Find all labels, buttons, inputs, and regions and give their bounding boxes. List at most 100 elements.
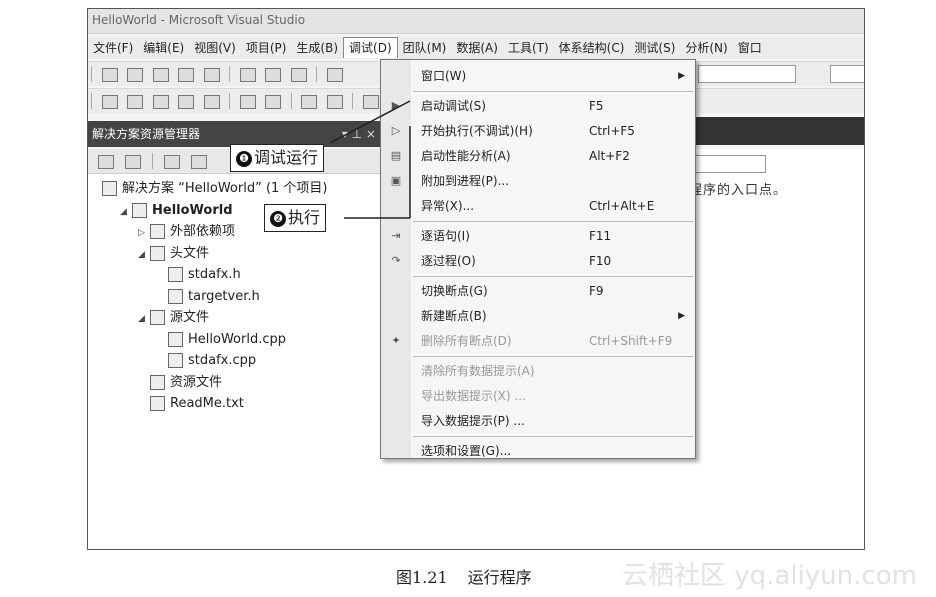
tree-item[interactable]: HelloWorld.cpp <box>156 331 286 349</box>
debug-menu-item[interactable]: 窗口(W) ▶ <box>381 64 695 88</box>
debug-menu-item[interactable]: 异常(X)... Ctrl+Alt+E <box>381 194 695 218</box>
expand-arrow-icon[interactable]: ◢ <box>138 246 150 264</box>
toggle-bookmark-icon[interactable] <box>362 95 379 109</box>
debug-menu-item[interactable]: ✦ 删除所有断点(D) Ctrl+Shift+F9 <box>381 329 695 353</box>
editor-code-text: 程序的入口点。 <box>689 183 788 198</box>
tree-item[interactable]: ◢ 源文件 <box>138 309 209 328</box>
tree-item[interactable]: 资源文件 <box>138 374 222 392</box>
menu-item[interactable]: 分析(N) <box>680 37 732 59</box>
save-icon[interactable] <box>178 68 194 82</box>
figure-caption: 图1.21 运行程序 <box>396 564 552 588</box>
menu-item-label: 新建断点(B) <box>421 309 487 323</box>
menu-separator <box>413 436 693 437</box>
menu-item-label: 启动性能分析(A) <box>421 149 511 163</box>
menu-item-label: 附加到进程(P)... <box>421 174 510 188</box>
member-combo[interactable] <box>684 155 766 173</box>
external-deps-icon <box>150 224 165 239</box>
debug-menu-item[interactable]: 切换断点(G) F9 <box>381 279 695 303</box>
complete-word-icon[interactable] <box>178 95 194 109</box>
menu-item-label: 切换断点(G) <box>421 284 488 298</box>
menu-item[interactable]: 团队(M) <box>398 37 452 59</box>
debug-menu-item[interactable]: 新建断点(B) ▶ <box>381 304 695 328</box>
callout-number-1: ❶ <box>236 150 252 167</box>
menu-item-icon: ↷ <box>391 254 401 267</box>
menu-item-icon <box>389 69 403 82</box>
menu-item-label: 逐语句(I) <box>421 229 470 243</box>
debug-menu-item[interactable]: ⇥ 逐语句(I) F11 <box>381 224 695 248</box>
outdent-icon[interactable] <box>239 95 256 109</box>
expand-arrow-icon[interactable]: ◢ <box>120 203 132 221</box>
callout-execute: ❷ 执行 <box>264 204 327 232</box>
cut-icon[interactable] <box>239 68 256 82</box>
submenu-arrow-icon: ▶ <box>678 71 685 81</box>
tree-item[interactable]: ◢ 头文件 <box>138 245 209 264</box>
open-file-icon[interactable] <box>152 68 169 82</box>
menu-item-icon: ▣ <box>390 174 402 187</box>
copy-icon[interactable] <box>265 68 281 82</box>
solution-explorer-label: 解决方案资源管理器 <box>92 127 201 141</box>
debug-menu-item[interactable]: ▶ 启动调试(S) F5 <box>381 94 695 118</box>
expand-arrow-icon[interactable]: ▷ <box>138 224 150 242</box>
debug-menu-item[interactable]: ▤ 启动性能分析(A) Alt+F2 <box>381 144 695 168</box>
menu-item-shortcut: Alt+F2 <box>589 149 630 163</box>
header-file-icon <box>168 288 183 304</box>
quick-info-icon[interactable] <box>152 95 169 109</box>
debug-menu-item[interactable]: 选项和设置(G)... <box>381 439 695 463</box>
indent-icon[interactable] <box>265 95 281 109</box>
menu-item[interactable]: 项目(P) <box>241 37 292 59</box>
refresh-icon[interactable] <box>191 155 208 169</box>
display-object-icon[interactable] <box>101 95 118 109</box>
bookmark-icon[interactable] <box>203 95 220 109</box>
pin-close-icon[interactable]: ▾ ⊥ × <box>342 121 376 147</box>
menu-item[interactable]: 生成(B) <box>291 37 343 59</box>
uncomment-icon[interactable] <box>326 95 343 109</box>
properties-icon[interactable] <box>98 155 114 169</box>
find-combo[interactable] <box>830 65 864 83</box>
debug-menu-item[interactable]: ▷ 开始执行(不调试)(H) Ctrl+F5 <box>381 119 695 143</box>
menu-item[interactable]: 编辑(E) <box>138 37 189 59</box>
menu-item-icon <box>389 284 403 297</box>
save-all-icon[interactable] <box>203 68 220 82</box>
menu-item-label: 导入数据提示(P) ... <box>421 414 525 428</box>
menu-item-icon: ▶ <box>391 99 401 112</box>
solution-config-combo[interactable] <box>698 65 796 83</box>
expand-arrow-icon[interactable]: ◢ <box>138 310 150 328</box>
parameter-info-icon[interactable] <box>127 95 143 109</box>
menu-item[interactable]: 测试(S) <box>629 37 680 59</box>
menu-item[interactable]: 视图(V) <box>189 37 241 59</box>
menu-item[interactable]: 工具(T) <box>503 37 554 59</box>
tree-item-label: stdafx.h <box>188 267 241 282</box>
tree-item-label: 解决方案 “HelloWorld” (1 个项目) <box>122 181 328 196</box>
menu-item[interactable]: 窗口 <box>733 37 767 59</box>
tree-item[interactable]: stdafx.cpp <box>156 352 256 370</box>
tree-item[interactable]: ▷ 外部依赖项 <box>138 223 235 242</box>
tree-item[interactable]: ◢ HelloWorld <box>120 202 233 221</box>
debug-menu-item[interactable]: 导入数据提示(P) ... <box>381 409 695 433</box>
tree-item-label: targetver.h <box>188 288 260 304</box>
debug-menu-item[interactable]: ↷ 逐过程(O) F10 <box>381 249 695 273</box>
tree-item[interactable]: ReadMe.txt <box>138 395 244 413</box>
debug-menu-item[interactable]: 清除所有数据提示(A) <box>381 359 695 383</box>
undo-icon[interactable] <box>326 68 343 82</box>
menu-item-label: 逐过程(O) <box>421 254 476 268</box>
solution-icon <box>102 181 117 196</box>
window-title: HelloWorld - Microsoft Visual Studio <box>88 9 864 34</box>
new-project-icon[interactable] <box>101 68 118 82</box>
debug-menu-item[interactable]: 导出数据提示(X) ... <box>381 384 695 408</box>
debug-menu-item[interactable]: ▣ 附加到进程(P)... <box>381 169 695 193</box>
menu-item[interactable]: 调试(D) <box>343 37 398 58</box>
tree-item[interactable]: targetver.h <box>156 288 260 306</box>
menubar: 文件(F) 编辑(E) 视图(V) 项目(P) 生成(B) 调试(D) 团队(M) 数据(A)… <box>88 37 864 59</box>
menu-item-label: 清除所有数据提示(A) <box>421 364 535 378</box>
comment-icon[interactable] <box>301 95 317 109</box>
add-item-icon[interactable] <box>127 68 143 82</box>
menu-item[interactable]: 体系结构(C) <box>554 37 630 59</box>
view-class-diagram-icon[interactable] <box>164 155 181 169</box>
menu-item[interactable]: 文件(F) <box>88 37 138 59</box>
menu-item[interactable]: 数据(A) <box>451 37 503 59</box>
paste-icon[interactable] <box>290 68 307 82</box>
tree-item[interactable]: stdafx.h <box>156 266 241 284</box>
menu-item-shortcut: F10 <box>589 254 612 268</box>
show-all-files-icon[interactable] <box>125 155 142 169</box>
tree-item[interactable]: 解决方案 “HelloWorld” (1 个项目) <box>102 180 328 198</box>
